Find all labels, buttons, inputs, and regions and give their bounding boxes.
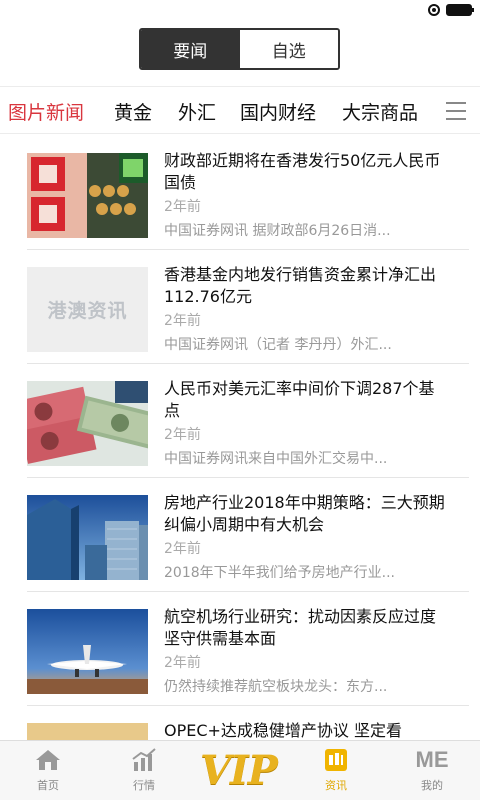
news-title: 香港基金内地发行销售资金累计净汇出112.76亿元 bbox=[164, 265, 437, 306]
category-bar: 图片新闻 黄金 外汇 国内财经 大宗商品 bbox=[0, 86, 480, 134]
bottom-tab-bar: 首页 行情 VIP 资讯 ME 我的 bbox=[0, 740, 480, 800]
news-icon bbox=[325, 749, 347, 771]
news-thumbnail: 港澳资讯 bbox=[27, 267, 148, 352]
top-segment-control: 要闻 自选 bbox=[139, 28, 340, 70]
menu-icon[interactable] bbox=[446, 102, 466, 120]
news-item[interactable]: 人民币对美元汇率中间价下调287个基点 2年前 中国证券网讯来自中国外汇交易中.… bbox=[0, 364, 480, 478]
tab-headlines[interactable]: 要闻 bbox=[141, 30, 240, 68]
category-gold[interactable]: 黄金 bbox=[114, 98, 152, 125]
news-summary: 中国证券网讯 据财政部6月26日消... bbox=[164, 223, 391, 239]
tab-market[interactable]: 行情 bbox=[104, 745, 184, 793]
tab-me[interactable]: ME 我的 bbox=[392, 745, 472, 793]
news-summary: 中国证券网讯（记者 李丹丹）外汇... bbox=[164, 337, 392, 353]
news-thumbnail bbox=[27, 153, 148, 238]
battery-icon bbox=[446, 4, 474, 16]
category-photo-news[interactable]: 图片新闻 bbox=[8, 98, 84, 125]
tab-home-label: 首页 bbox=[37, 779, 59, 792]
news-feed[interactable]: 财政部近期将在香港发行50亿元人民币国债 2年前 中国证券网讯 据财政部6月26… bbox=[0, 136, 480, 740]
status-bar bbox=[0, 0, 480, 22]
tab-watchlist[interactable]: 自选 bbox=[239, 30, 338, 68]
vip-logo[interactable]: VIP bbox=[200, 747, 278, 794]
news-item[interactable]: 航空机场行业研究：扰动因素反应过度 坚守供需基本面 2年前 仍然持续推荐航空板块… bbox=[0, 592, 480, 706]
news-title: OPEC+达成稳健增产协议 坚定看 bbox=[164, 721, 403, 740]
news-summary: 仍然持续推荐航空板块龙头：东方... bbox=[164, 679, 388, 695]
news-summary: 2018年下半年我们给予房地产行业... bbox=[164, 565, 395, 581]
news-item[interactable]: 港澳资讯 香港基金内地发行销售资金累计净汇出112.76亿元 2年前 中国证券网… bbox=[0, 250, 480, 364]
news-title: 航空机场行业研究：扰动因素反应过度 坚守供需基本面 bbox=[164, 607, 437, 648]
chart-icon bbox=[132, 748, 156, 771]
news-time: 2年前 bbox=[164, 655, 201, 671]
thumbnail-caption: 港澳资讯 bbox=[47, 300, 128, 322]
category-commodities[interactable]: 大宗商品 bbox=[342, 98, 418, 125]
rotation-lock-icon bbox=[428, 4, 440, 16]
tab-home[interactable]: 首页 bbox=[8, 745, 88, 793]
news-thumbnail bbox=[27, 609, 148, 694]
tab-news[interactable]: 资讯 bbox=[296, 745, 376, 793]
news-thumbnail bbox=[27, 381, 148, 466]
tab-news-label: 资讯 bbox=[325, 779, 347, 792]
home-icon bbox=[36, 750, 60, 770]
news-summary: 中国证券网讯来自中国外汇交易中... bbox=[164, 451, 388, 467]
news-item[interactable]: OPEC+达成稳健增产协议 坚定看 bbox=[0, 706, 480, 740]
news-time: 2年前 bbox=[164, 427, 201, 443]
news-item[interactable]: 财政部近期将在香港发行50亿元人民币国债 2年前 中国证券网讯 据财政部6月26… bbox=[0, 136, 480, 250]
news-title: 房地产行业2018年中期策略：三大预期纠偏小周期中有大机会 bbox=[164, 493, 445, 534]
news-thumbnail bbox=[27, 495, 148, 580]
tab-me-label: 我的 bbox=[421, 779, 443, 792]
news-title: 财政部近期将在香港发行50亿元人民币国债 bbox=[164, 151, 441, 192]
news-time: 2年前 bbox=[164, 541, 201, 557]
news-time: 2年前 bbox=[164, 199, 201, 215]
news-title: 人民币对美元汇率中间价下调287个基点 bbox=[164, 379, 435, 420]
news-time: 2年前 bbox=[164, 313, 201, 329]
tab-market-label: 行情 bbox=[133, 779, 155, 792]
news-item[interactable]: 房地产行业2018年中期策略：三大预期纠偏小周期中有大机会 2年前 2018年下… bbox=[0, 478, 480, 592]
category-domestic-finance[interactable]: 国内财经 bbox=[240, 98, 316, 125]
me-icon: ME bbox=[415, 747, 449, 772]
news-thumbnail bbox=[27, 723, 148, 740]
category-forex[interactable]: 外汇 bbox=[178, 98, 216, 125]
